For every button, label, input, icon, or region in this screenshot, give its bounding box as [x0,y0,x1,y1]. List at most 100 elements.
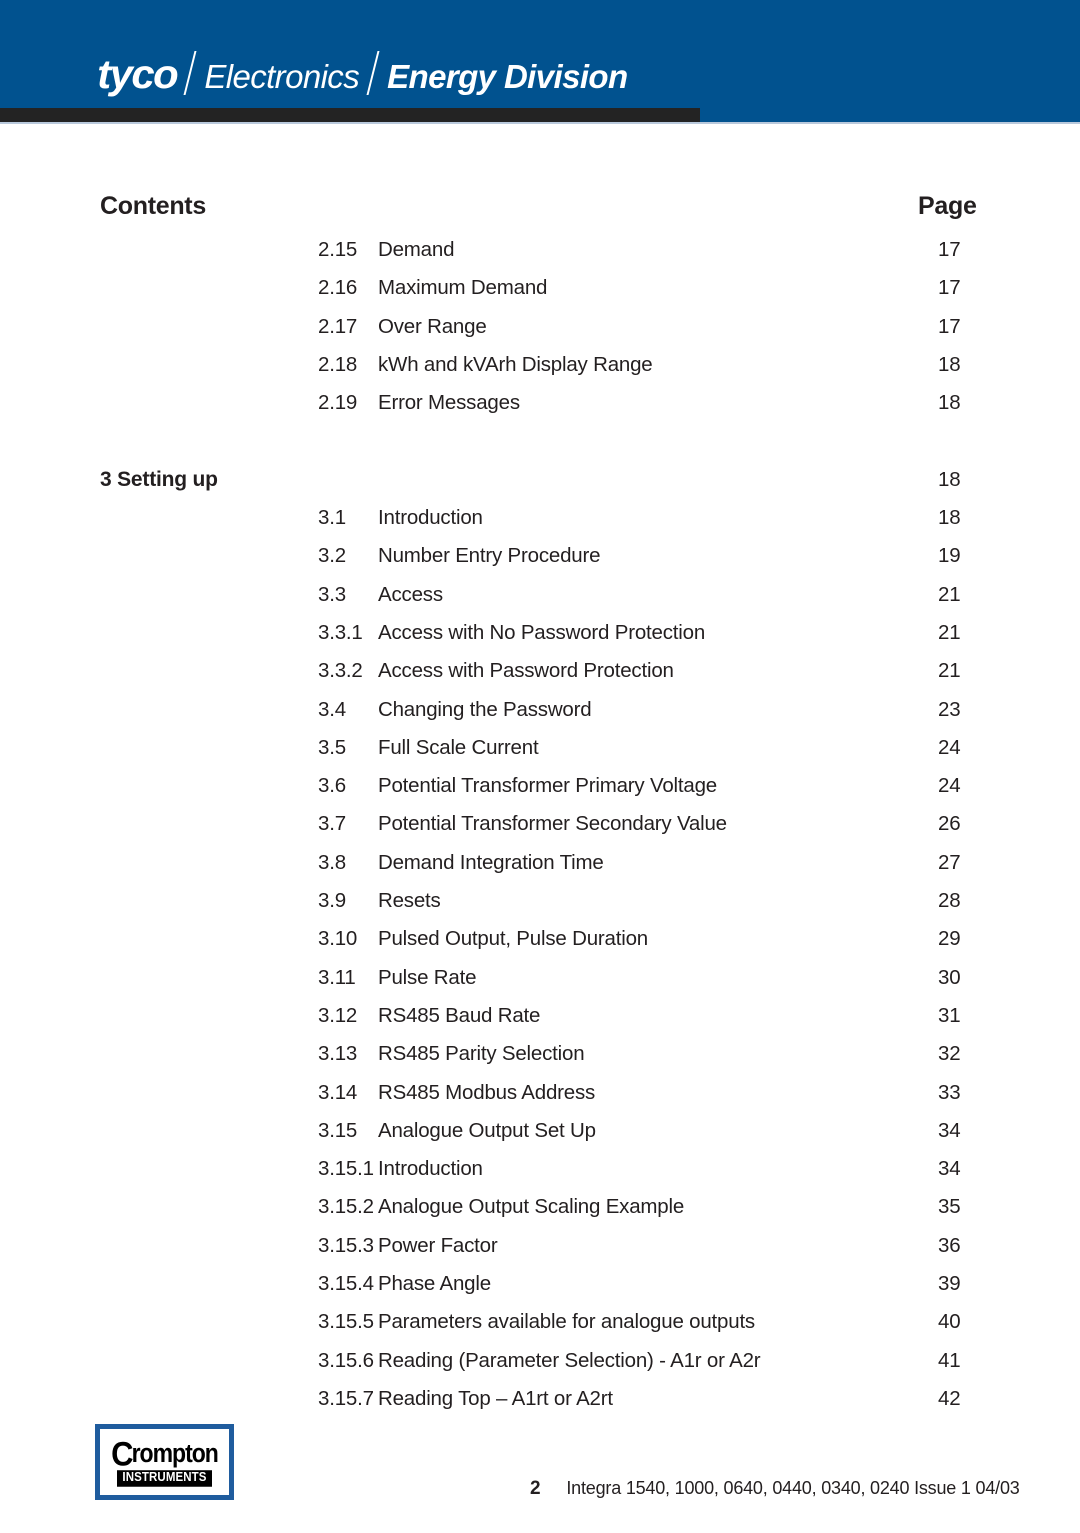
toc-entry-row[interactable]: 3.6 Potential Transformer Primary Voltage… [100,774,980,812]
toc-entry-label: RS485 Baud Rate [378,1003,541,1027]
toc-spacer [100,429,980,467]
toc-entry-label: Analogue Output Scaling Example [378,1195,685,1219]
toc-entry-page-number: 24 [938,735,961,759]
toc-entry-number: 3.13 [318,1042,358,1066]
toc-entry-row[interactable]: 3.1 Introduction 18 [100,506,980,544]
toc-entry-page-number: 26 [938,812,961,836]
toc-entry-row[interactable]: 2.19 Error Messages 18 [100,391,980,429]
toc-entry-label: Pulsed Output, Pulse Duration [378,927,648,951]
toc-entry-row[interactable]: 3.15.3 Power Factor 36 [100,1234,980,1272]
toc-section-row[interactable]: 3 Setting up 18 [100,468,980,506]
toc-entry-number: 3.15.7 [318,1386,374,1410]
toc-entry-number: 3.15.2 [318,1195,374,1219]
toc-entry-label: Analogue Output Set Up [378,1118,596,1142]
toc-entry-label: Potential Transformer Primary Voltage [378,774,717,798]
toc-entry-number: 3.15.5 [318,1310,374,1334]
toc-entry-label: RS485 Parity Selection [378,1042,585,1066]
toc-entry-page-number: 21 [938,582,961,606]
toc-entry-row[interactable]: 3.15.5 Parameters available for analogue … [100,1310,980,1348]
toc-entry-row[interactable]: 3.15.6 Reading (Parameter Selection) - A1… [100,1349,980,1387]
toc-entry-page-number: 28 [938,889,961,913]
toc-entry-page-number: 17 [938,238,961,261]
logo-electronics-wordmark: Electronics [204,58,360,95]
logo-energy-division-wordmark: Energy Division [387,58,628,95]
toc-entry-page-number: 34 [938,1157,961,1181]
toc-entry-label: Phase Angle [378,1272,491,1296]
toc-entry-label: Access with Password Protection [378,659,674,683]
toc-entry-row[interactable]: 3.8 Demand Integration Time 27 [100,851,980,889]
toc-entry-label: Error Messages [378,391,520,415]
toc-entry-row[interactable]: 3.10 Pulsed Output, Pulse Duration 29 [100,927,980,965]
toc-entry-page-number: 18 [938,352,961,376]
toc-entry-page-number: 17 [938,276,961,300]
crompton-wordmark-rest: rompton [131,1438,219,1468]
toc-entry-number: 3.1 [318,506,346,530]
toc-entry-label: Demand [378,238,455,261]
footer-document-reference: Integra 1540, 1000, 0640, 0440, 0340, 02… [566,1478,1020,1498]
toc-entry-number: 3.11 [318,965,356,989]
toc-entry-page-number: 30 [938,965,961,989]
page-column-heading: Page [918,192,977,220]
toc-entry-label: Access [378,582,443,606]
toc-entry-number: 3.2 [318,544,346,568]
toc-entry-page-number: 35 [938,1195,961,1219]
header-hairline-divider [0,122,1080,124]
toc-entry-row[interactable]: 3.15.1 Introduction 34 [100,1157,980,1195]
toc-entry-number: 2.17 [318,314,358,338]
toc-entry-number: 3.15.3 [318,1233,374,1257]
toc-entry-page-number: 41 [938,1348,961,1372]
toc-entry-number: 3.3.2 [318,659,363,683]
toc-entry-number: 3.3 [318,582,346,606]
toc-entry-row[interactable]: 3.14 RS485 Modbus Address 33 [100,1081,980,1119]
toc-entry-row[interactable]: 3.3.2 Access with Password Protection 21 [100,659,980,697]
toc-entry-number: 3.10 [318,927,358,951]
toc-entry-row[interactable]: 2.17 Over Range 17 [100,315,980,353]
toc-entry-row[interactable]: 2.18 kWh and kVArh Display Range 18 [100,353,980,391]
toc-entry-page-number: 33 [938,1080,961,1104]
toc-entry-row[interactable]: 3.13 RS485 Parity Selection 32 [100,1042,980,1080]
toc-entry-row[interactable]: 3.2 Number Entry Procedure 19 [100,544,980,582]
toc-section-page-number: 18 [938,467,961,491]
toc-entry-row[interactable]: 3.15.4 Phase Angle 39 [100,1272,980,1310]
contents-heading: Contents [100,192,206,220]
toc-entry-label: Changing the Password [378,697,592,721]
toc-entry-label: Access with No Password Protection [378,620,706,644]
crompton-instruments-subtitle: INSTRUMENTS [117,1470,212,1487]
toc-entry-row[interactable]: 3.15 Analogue Output Set Up 34 [100,1119,980,1157]
toc-entry-number: 3.15.1 [318,1157,374,1181]
toc-entry-row[interactable]: 3.15.7 Reading Top – A1rt or A2rt 42 [100,1387,980,1425]
header-dark-bar [0,108,700,122]
toc-entry-number: 3.6 [318,774,346,798]
toc-entry-label: Pulse Rate [378,965,477,989]
toc-entry-row[interactable]: 3.12 RS485 Baud Rate 31 [100,1004,980,1042]
toc-entry-page-number: 39 [938,1272,961,1296]
logo-tyco-wordmark: tyco [97,51,178,97]
toc-entry-page-number: 18 [938,506,961,530]
toc-entry-row[interactable]: 3.5 Full Scale Current 24 [100,736,980,774]
toc-entry-page-number: 29 [938,927,961,951]
toc-entry-row[interactable]: 3.4 Changing the Password 23 [100,698,980,736]
toc-entry-label: Resets [378,889,441,913]
toc-entry-label: RS485 Modbus Address [378,1080,596,1104]
toc-entry-row[interactable]: 3.3 Access 21 [100,583,980,621]
toc-entry-row[interactable]: 3.9 Resets 28 [100,889,980,927]
crompton-instruments-logo: Crompton INSTRUMENTS [95,1424,234,1500]
toc-entry-row[interactable]: 3.7 Potential Transformer Secondary Value… [100,812,980,850]
toc-section-title: 3 Setting up [100,467,218,491]
logo-divider-slash-1 [183,51,197,95]
toc-entry-row[interactable]: 3.11 Pulse Rate 30 [100,966,980,1004]
toc-entry-row[interactable]: 3.3.1 Access with No Password Protection 2… [100,621,980,659]
toc-entry-row[interactable]: 2.16 Maximum Demand 17 [100,276,980,314]
toc-entry-row[interactable]: 2.15 Demand 17 [100,238,980,276]
logo-divider-slash-2 [366,51,380,95]
toc-entry-label: Reading Top – A1rt or A2rt [378,1386,613,1410]
toc-entry-row[interactable]: 3.15.2 Analogue Output Scaling Example 35 [100,1195,980,1233]
toc-entry-number: 3.12 [318,1003,358,1027]
toc-entry-number: 3.15 [318,1118,358,1142]
toc-entry-page-number: 32 [938,1042,961,1066]
crompton-logo-inner: Crompton INSTRUMENTS [100,1429,229,1495]
toc-entry-label: Number Entry Procedure [378,544,601,568]
tyco-electronics-logo: tyco Electronics Energy Division [97,44,628,97]
toc-entry-number: 3.5 [318,735,346,759]
footer-reference-line: 2 Integra 1540, 1000, 0640, 0440, 0340, 0… [530,1478,1020,1500]
